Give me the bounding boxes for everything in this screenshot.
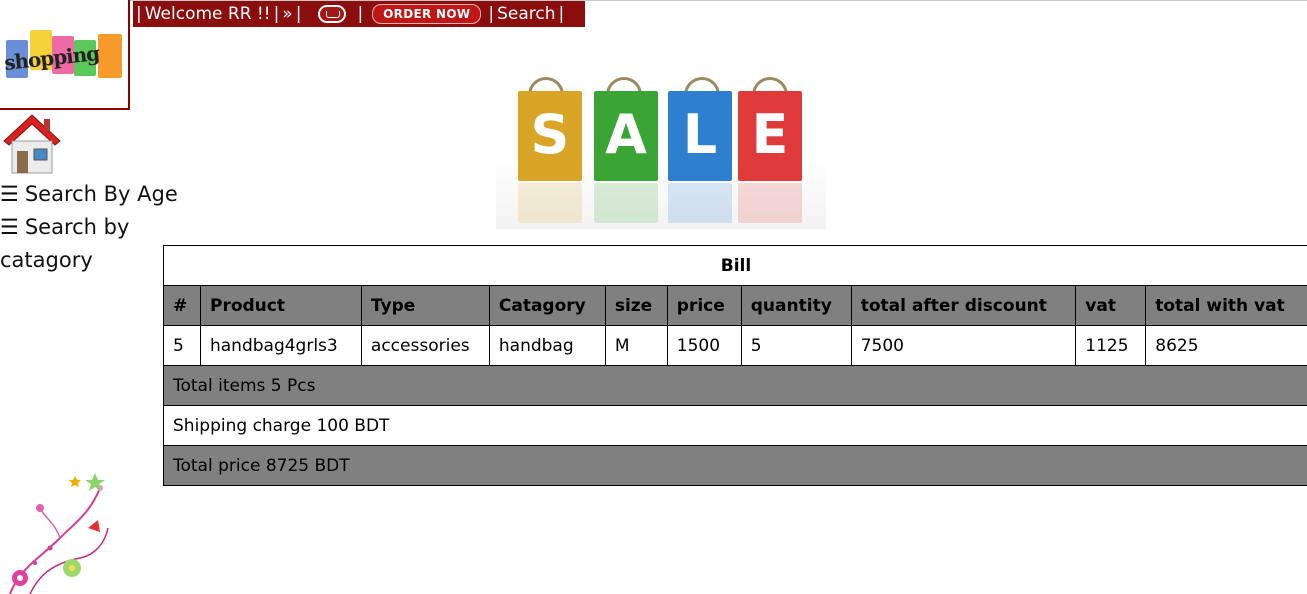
reflection — [738, 183, 802, 223]
reflection — [594, 183, 658, 223]
col-header-type: Type — [360, 285, 490, 326]
total-price: Total price 8725 BDT — [163, 445, 1307, 486]
separator: | — [273, 4, 280, 24]
more-link[interactable]: » — [282, 4, 292, 24]
cell-category: handbag — [488, 325, 606, 366]
sale-letter-l: L — [682, 103, 718, 166]
col-header-category: Catagory — [488, 285, 606, 326]
shipping-charge: Shipping charge 100 BDT — [163, 405, 1307, 446]
cell-total-with-vat: 8625 — [1145, 325, 1307, 366]
col-header-total-with-vat: total with vat — [1145, 285, 1307, 326]
col-header-total-after-discount: total after discount — [850, 285, 1077, 326]
cell-total-after-discount: 7500 — [850, 325, 1077, 366]
col-header-number: # — [163, 285, 201, 326]
col-header-quantity: quantity — [740, 285, 852, 326]
cell-price: 1500 — [666, 325, 742, 366]
cell-product: handbag4grls3 — [199, 325, 362, 366]
nav-search-by-age[interactable]: ☰ Search By Age — [0, 178, 178, 211]
welcome-text: Welcome RR !! — [144, 4, 271, 24]
col-header-price: price — [666, 285, 742, 326]
search-link[interactable]: Search — [497, 4, 555, 24]
sale-letter-a: A — [605, 103, 647, 166]
separator: | — [488, 4, 495, 24]
cell-size: M — [604, 325, 668, 366]
separator: | — [295, 4, 302, 24]
total-price-row: Total price 8725 BDT — [163, 445, 1307, 486]
separator: | — [357, 4, 364, 24]
menu-icon: ☰ — [0, 182, 19, 206]
separator: | — [136, 4, 142, 24]
reflection — [668, 183, 732, 223]
cell-type: accessories — [360, 325, 490, 366]
flower-decoration — [9, 473, 109, 594]
shopping-logo[interactable]: shopping — [0, 0, 130, 110]
total-items-row: Total items 5 Pcs — [163, 365, 1307, 406]
top-nav-bar: | Welcome RR !! | » | | ORDER NOW | Sear… — [133, 1, 585, 27]
nav-search-by-category-label: Search by catagory — [0, 215, 130, 272]
table-row: 5 handbag4grls3 accessories handbag M 15… — [163, 325, 1307, 366]
cell-vat: 1125 — [1075, 325, 1147, 366]
col-header-product: Product — [199, 285, 362, 326]
sale-letter-s: S — [530, 103, 570, 166]
sale-letter-e: E — [751, 103, 789, 166]
total-items: Total items 5 Pcs — [163, 365, 1307, 406]
order-now-button[interactable]: ORDER NOW — [372, 4, 482, 24]
nav-search-by-age-label: Search By Age — [24, 182, 178, 206]
col-header-size: size — [604, 285, 668, 326]
cell-quantity: 5 — [740, 325, 852, 366]
cart-icon[interactable] — [318, 5, 347, 23]
logo-bag-orange — [98, 34, 122, 78]
reflection — [518, 183, 582, 223]
menu-icon: ☰ — [0, 215, 19, 239]
bill-header-row: # Product Type Catagory size price quant… — [163, 285, 1307, 326]
bill-table: Bill # Product Type Catagory size price … — [163, 245, 1307, 486]
nav-search-by-category[interactable]: ☰ Search by catagory — [0, 211, 150, 277]
shipping-row: Shipping charge 100 BDT — [163, 405, 1307, 446]
cell-number: 5 — [163, 325, 201, 366]
separator: | — [558, 4, 565, 24]
bill-title: Bill — [163, 245, 1307, 286]
col-header-vat: vat — [1075, 285, 1147, 326]
home-icon[interactable] — [0, 111, 64, 175]
sale-banner: S A L E — [496, 43, 826, 229]
